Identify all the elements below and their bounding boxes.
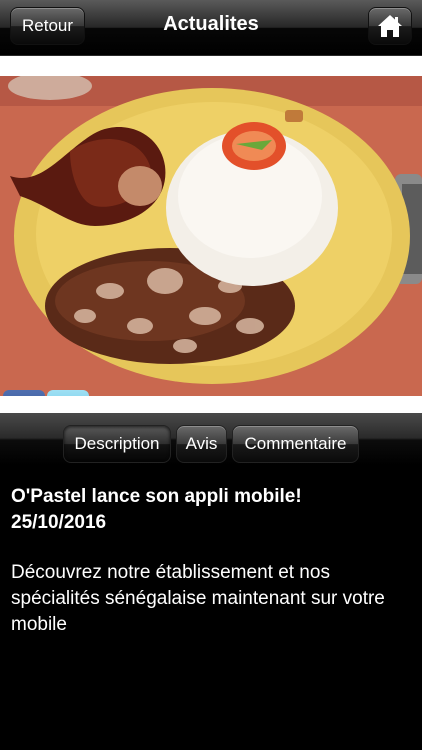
twitter-share-button[interactable] (47, 390, 89, 396)
photo-frame: f (0, 56, 422, 413)
page-title: Actualites (163, 13, 259, 35)
home-button[interactable] (368, 7, 412, 45)
back-button-label: Retour (21, 16, 74, 35)
tab-label: Description (74, 434, 160, 453)
facebook-icon: f (17, 391, 32, 396)
article-date: 25/10/2016 (11, 512, 107, 533)
dish-photo: f (0, 76, 422, 396)
article-body: Découvrez notre établissement et nos spé… (11, 562, 385, 635)
tab-commentaire[interactable]: Commentaire (232, 425, 359, 463)
home-icon (378, 15, 402, 37)
article-headline: O'Pastel lance son appli mobile! (11, 486, 302, 507)
back-button[interactable]: Retour (10, 7, 85, 45)
tab-label: Avis (185, 434, 218, 453)
facebook-share-button[interactable]: f (3, 390, 45, 396)
tab-label: Commentaire (244, 434, 347, 453)
tab-avis[interactable]: Avis (176, 425, 227, 463)
tab-bar: Description Avis Commentaire (0, 413, 422, 465)
tab-description[interactable]: Description (63, 425, 171, 463)
nav-bar: Retour Actualites (0, 0, 422, 56)
dish-illustration (0, 76, 422, 396)
article-content: O'Pastel lance son appli mobile! 25/10/2… (11, 484, 411, 638)
twitter-icon (52, 395, 84, 396)
